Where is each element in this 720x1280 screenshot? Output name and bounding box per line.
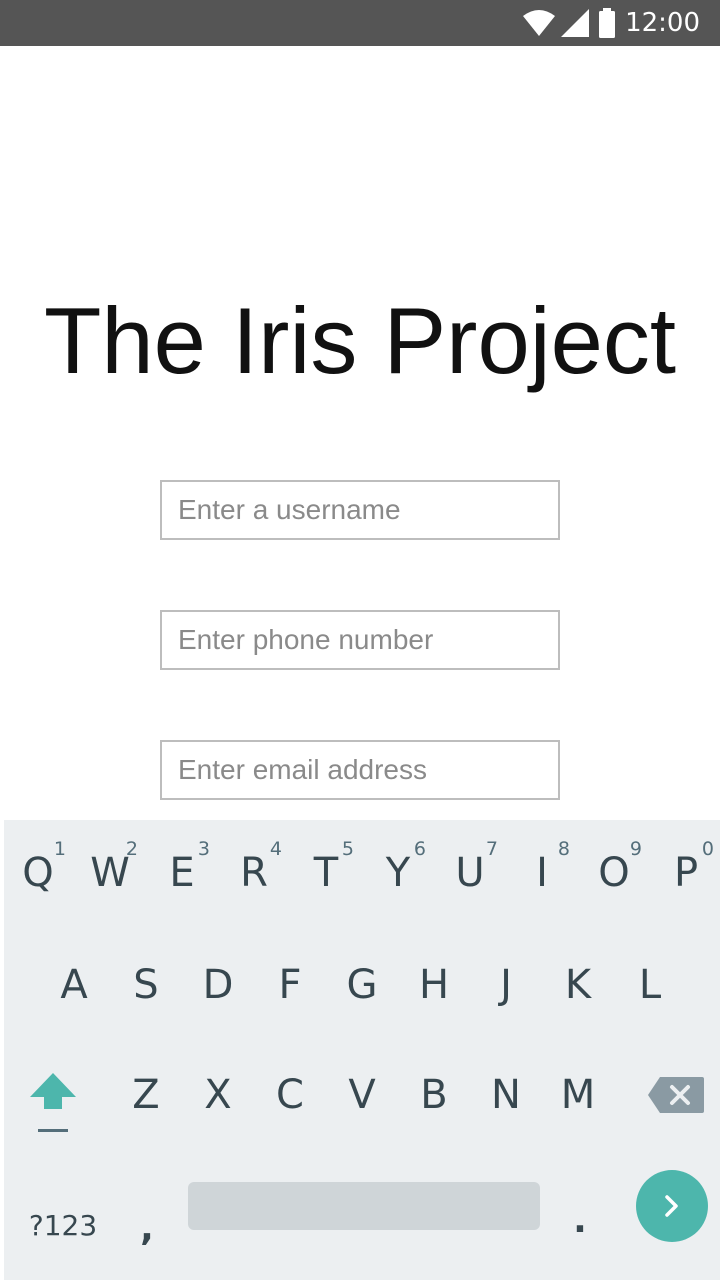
key-label: P xyxy=(673,850,699,896)
key-label: Q xyxy=(22,850,54,896)
key-h[interactable]: H xyxy=(402,940,466,1030)
key-label: U xyxy=(455,850,485,896)
key-g[interactable]: G xyxy=(330,940,394,1030)
key-l[interactable]: L xyxy=(618,940,682,1030)
username-field[interactable] xyxy=(160,480,560,540)
key-hint: 7 xyxy=(485,838,498,860)
key-i[interactable]: I8 xyxy=(510,828,574,918)
battery-icon xyxy=(599,8,616,38)
period-key[interactable]: . xyxy=(560,1190,600,1250)
email-field[interactable] xyxy=(160,740,560,800)
key-hint: 0 xyxy=(701,838,714,860)
status-bar: 12:00 xyxy=(0,0,720,46)
phone-number-field[interactable] xyxy=(160,610,560,670)
key-k[interactable]: K xyxy=(546,940,610,1030)
key-f[interactable]: F xyxy=(258,940,322,1030)
key-hint: 5 xyxy=(341,838,354,860)
key-o[interactable]: O9 xyxy=(582,828,646,918)
key-n[interactable]: N xyxy=(474,1050,538,1140)
key-hint: 1 xyxy=(53,838,66,860)
key-hint: 8 xyxy=(557,838,570,860)
soft-keyboard: Q1 W2 E3 R4 T5 Y6 U7 I8 O9 P0 A S D F G … xyxy=(4,820,720,1280)
comma-key[interactable]: , xyxy=(124,1196,170,1260)
chevron-right-icon xyxy=(665,1195,678,1217)
key-e[interactable]: E3 xyxy=(150,828,214,918)
key-label: O xyxy=(598,850,630,896)
key-y[interactable]: Y6 xyxy=(366,828,430,918)
key-w[interactable]: W2 xyxy=(78,828,142,918)
key-label: R xyxy=(240,850,268,896)
key-c[interactable]: C xyxy=(258,1050,322,1140)
key-j[interactable]: J xyxy=(474,940,538,1030)
key-label: W xyxy=(90,850,130,896)
symbols-key[interactable]: ?123 xyxy=(18,1200,108,1250)
page-title: The Iris Project xyxy=(43,288,677,393)
key-u[interactable]: U7 xyxy=(438,828,502,918)
key-hint: 2 xyxy=(125,838,138,860)
key-s[interactable]: S xyxy=(114,940,178,1030)
key-hint: 6 xyxy=(413,838,426,860)
key-v[interactable]: V xyxy=(330,1050,394,1140)
key-p[interactable]: P0 xyxy=(654,828,718,918)
key-hint: 9 xyxy=(629,838,642,860)
key-label: T xyxy=(313,850,339,896)
cell-signal-icon xyxy=(561,9,590,37)
key-hint: 4 xyxy=(269,838,282,860)
key-hint: 3 xyxy=(197,838,210,860)
shift-key-icon[interactable] xyxy=(24,1065,82,1137)
key-a[interactable]: A xyxy=(42,940,106,1030)
key-b[interactable]: B xyxy=(402,1050,466,1140)
clock: 12:00 xyxy=(625,8,700,38)
key-label: E xyxy=(169,850,195,896)
key-label: Y xyxy=(385,850,411,896)
key-label: I xyxy=(536,850,548,896)
key-x[interactable]: X xyxy=(186,1050,250,1140)
status-icons: 12:00 xyxy=(523,0,700,46)
backspace-key-icon[interactable] xyxy=(646,1075,706,1115)
key-q[interactable]: Q1 xyxy=(6,828,70,918)
key-t[interactable]: T5 xyxy=(294,828,358,918)
key-z[interactable]: Z xyxy=(114,1050,178,1140)
key-m[interactable]: M xyxy=(546,1050,610,1140)
next-key[interactable] xyxy=(636,1170,708,1242)
key-d[interactable]: D xyxy=(186,940,250,1030)
key-r[interactable]: R4 xyxy=(222,828,286,918)
wifi-icon xyxy=(523,10,556,36)
space-bar[interactable] xyxy=(188,1182,540,1230)
keyboard-row-4: ?123 , . xyxy=(4,1170,720,1280)
